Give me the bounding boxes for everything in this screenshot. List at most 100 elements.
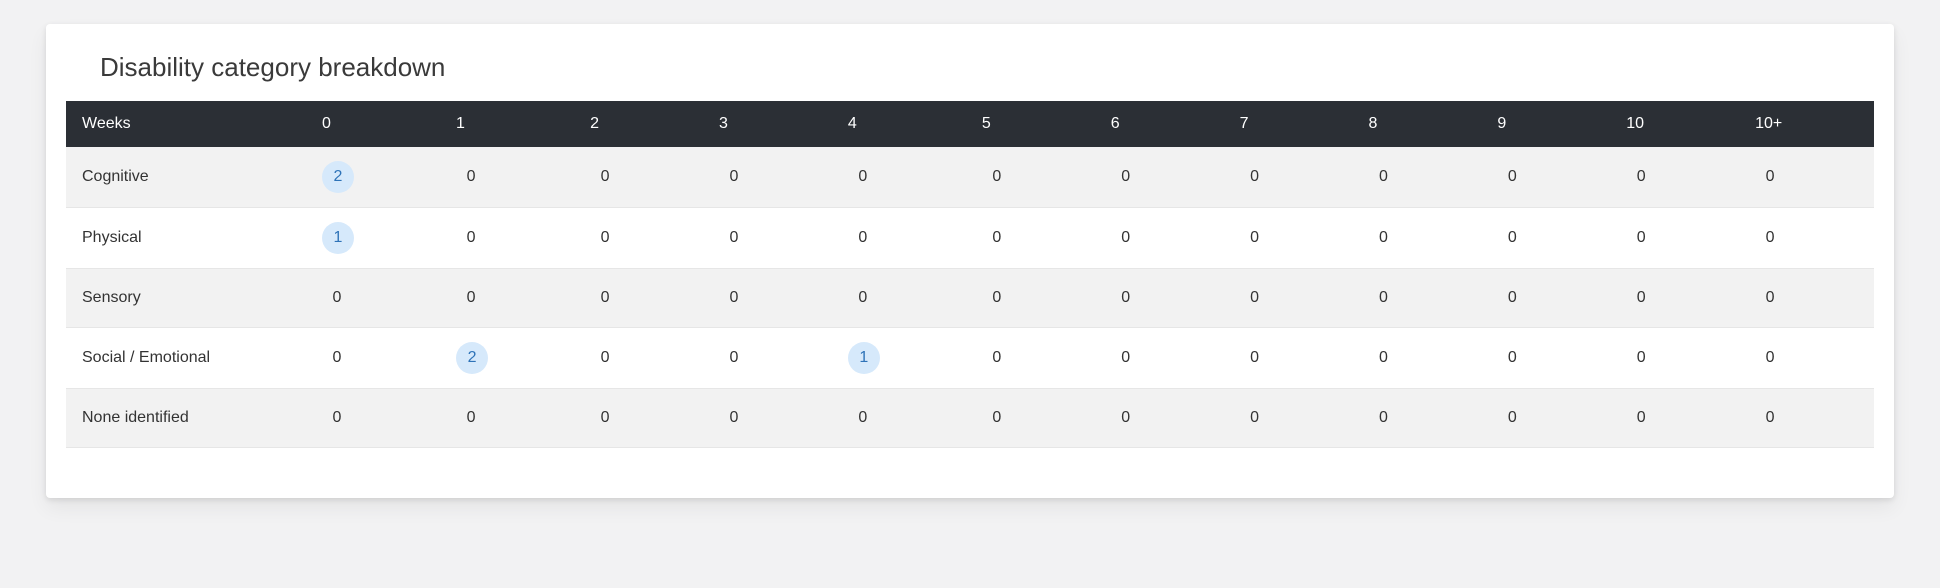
data-cell: 0: [1745, 208, 1874, 269]
cell-value: 0: [1497, 283, 1527, 313]
header-col: 3: [709, 101, 838, 147]
data-cell: 0: [1101, 208, 1230, 269]
data-cell: 0: [709, 389, 838, 448]
cell-value: 0: [1111, 403, 1141, 433]
data-cell: 0: [972, 147, 1101, 208]
table-row: None identified000000000000: [66, 389, 1874, 448]
data-cell: 0: [1616, 389, 1745, 448]
cell-value: 0: [1240, 283, 1270, 313]
header-col: 10+: [1745, 101, 1874, 147]
cell-value: 0: [456, 223, 486, 253]
data-cell: 0: [972, 328, 1101, 389]
header-col: 5: [972, 101, 1101, 147]
cell-value: 0: [1111, 283, 1141, 313]
cell-value: 0: [1755, 162, 1785, 192]
data-cell: 0: [1230, 147, 1359, 208]
cell-value: 0: [848, 403, 878, 433]
data-cell: 0: [1358, 328, 1487, 389]
data-cell: 0: [1101, 328, 1230, 389]
cell-value: 0: [322, 403, 352, 433]
data-cell: 0: [1358, 269, 1487, 328]
cell-value: 0: [1368, 343, 1398, 373]
data-cell: 0: [1745, 328, 1874, 389]
table-row: Cognitive200000000000: [66, 147, 1874, 208]
cell-value: 0: [1240, 223, 1270, 253]
data-cell: 0: [312, 269, 446, 328]
data-cell: 0: [1101, 147, 1230, 208]
header-col: 1: [446, 101, 580, 147]
cell-value: 0: [719, 283, 749, 313]
highlighted-value[interactable]: 1: [322, 222, 354, 254]
cell-value: 0: [1497, 403, 1527, 433]
header-col: 4: [838, 101, 972, 147]
cell-value: 0: [982, 162, 1012, 192]
highlighted-value[interactable]: 1: [848, 342, 880, 374]
data-cell: 0: [838, 269, 972, 328]
cell-value: 0: [1240, 162, 1270, 192]
data-cell: 0: [1230, 328, 1359, 389]
data-cell: 0: [709, 147, 838, 208]
cell-value: 0: [982, 403, 1012, 433]
data-cell: 0: [312, 328, 446, 389]
cell-value: 0: [322, 343, 352, 373]
data-cell: 0: [1616, 328, 1745, 389]
table-row: Sensory000000000000: [66, 269, 1874, 328]
cell-value: 0: [1755, 343, 1785, 373]
data-cell: 0: [838, 208, 972, 269]
data-cell: 0: [838, 147, 972, 208]
cell-value: 0: [1626, 283, 1656, 313]
cell-value: 0: [590, 162, 620, 192]
cell-value: 0: [456, 283, 486, 313]
cell-value: 0: [1497, 223, 1527, 253]
header-col: 8: [1358, 101, 1487, 147]
data-cell: 0: [446, 208, 580, 269]
cell-value: 0: [1755, 403, 1785, 433]
data-cell: 0: [446, 147, 580, 208]
cell-value: 0: [719, 223, 749, 253]
cell-value: 0: [1755, 223, 1785, 253]
cell-value: 0: [1755, 283, 1785, 313]
header-col: 10: [1616, 101, 1745, 147]
cell-value: 0: [1368, 223, 1398, 253]
data-cell: 0: [1230, 389, 1359, 448]
cell-value: 0: [982, 283, 1012, 313]
data-cell: 0: [1230, 208, 1359, 269]
data-cell: 0: [1487, 208, 1616, 269]
cell-value: 0: [719, 343, 749, 373]
highlighted-value[interactable]: 2: [322, 161, 354, 193]
cell-value: 0: [1497, 343, 1527, 373]
data-cell: 2: [446, 328, 580, 389]
cell-value: 0: [848, 223, 878, 253]
breakdown-table: Weeks 0 1 2 3 4 5 6 7 8 9 10 10+ Cogniti…: [66, 101, 1874, 448]
data-cell: 0: [972, 389, 1101, 448]
data-cell: 0: [1358, 208, 1487, 269]
highlighted-value[interactable]: 2: [456, 342, 488, 374]
data-cell: 0: [1358, 389, 1487, 448]
row-label: Social / Emotional: [66, 328, 312, 389]
cell-value: 0: [590, 223, 620, 253]
cell-value: 0: [590, 403, 620, 433]
data-cell: 0: [446, 269, 580, 328]
table-header-row: Weeks 0 1 2 3 4 5 6 7 8 9 10 10+: [66, 101, 1874, 147]
card-title: Disability category breakdown: [46, 52, 1894, 101]
data-cell: 0: [446, 389, 580, 448]
data-cell: 0: [972, 208, 1101, 269]
data-cell: 0: [709, 269, 838, 328]
data-cell: 0: [1745, 269, 1874, 328]
data-cell: 0: [580, 147, 709, 208]
cell-value: 0: [719, 162, 749, 192]
cell-value: 0: [322, 283, 352, 313]
table-row: Social / Emotional020010000000: [66, 328, 1874, 389]
cell-value: 0: [456, 403, 486, 433]
cell-value: 0: [719, 403, 749, 433]
data-cell: 0: [1101, 389, 1230, 448]
data-cell: 0: [1616, 269, 1745, 328]
cell-value: 0: [1111, 223, 1141, 253]
data-cell: 0: [1230, 269, 1359, 328]
data-cell: 0: [1358, 147, 1487, 208]
data-cell: 0: [1487, 269, 1616, 328]
cell-value: 0: [1368, 283, 1398, 313]
cell-value: 0: [1240, 343, 1270, 373]
cell-value: 0: [1626, 223, 1656, 253]
data-cell: 0: [580, 328, 709, 389]
